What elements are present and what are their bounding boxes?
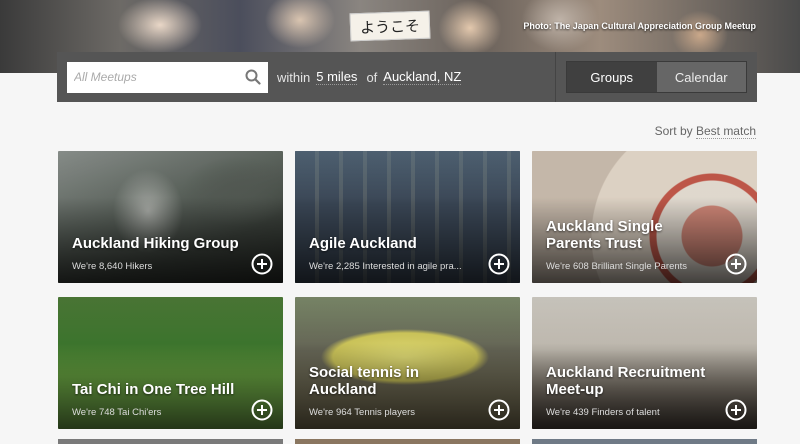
join-plus-icon[interactable] <box>725 399 747 421</box>
group-card-partial[interactable] <box>295 439 520 444</box>
location-selector[interactable]: Auckland, NZ <box>383 69 462 85</box>
group-members: We're 8,640 Hikers <box>72 261 153 272</box>
group-card-recruitment[interactable]: Auckland Recruitment Meet-up We're 439 F… <box>532 297 757 429</box>
group-card-social-tennis[interactable]: Social tennis in Auckland We're 964 Tenn… <box>295 297 520 429</box>
group-name: Tai Chi in One Tree Hill <box>72 381 235 398</box>
group-card-single-parents[interactable]: Auckland Single Parents Trust We're 608 … <box>532 151 757 283</box>
join-plus-icon[interactable] <box>488 399 510 421</box>
distance-selector[interactable]: 5 miles <box>316 69 358 85</box>
join-plus-icon[interactable] <box>251 399 273 421</box>
group-members: We're 748 Tai Chi'ers <box>72 407 162 418</box>
join-plus-icon[interactable] <box>251 253 273 275</box>
search-box <box>67 61 268 93</box>
search-input[interactable] <box>67 61 268 93</box>
group-card-agile[interactable]: Agile Auckland We're 2,285 Interested in… <box>295 151 520 283</box>
group-members: We're 964 Tennis players <box>309 407 416 418</box>
group-card-hiking[interactable]: Auckland Hiking Group We're 8,640 Hikers <box>58 151 283 283</box>
calendar-tab[interactable]: Calendar <box>656 62 746 92</box>
sort-selector[interactable]: Best match <box>695 124 756 139</box>
search-bar: within 5 miles of Auckland, NZ Groups Ca… <box>57 52 757 102</box>
group-card-partial[interactable] <box>58 439 283 444</box>
sort-label: Sort by <box>654 124 693 138</box>
group-members: We're 2,285 Interested in agile pra... <box>309 261 462 272</box>
welcome-sign: ようこそ <box>349 10 431 42</box>
sort-control: Sort by Best match <box>654 124 756 139</box>
group-card-tai-chi[interactable]: Tai Chi in One Tree Hill We're 748 Tai C… <box>58 297 283 429</box>
group-name: Auckland Hiking Group <box>72 235 239 252</box>
join-plus-icon[interactable] <box>488 253 510 275</box>
join-plus-icon[interactable] <box>725 253 747 275</box>
group-name: Auckland Single Parents Trust <box>546 218 663 252</box>
group-members: We're 439 Finders of talent <box>546 407 660 418</box>
groups-tab[interactable]: Groups <box>567 62 657 92</box>
within-label: within <box>277 69 311 85</box>
search-divider <box>555 52 556 102</box>
group-name: Social tennis in Auckland <box>309 364 420 398</box>
of-label: of <box>366 69 378 85</box>
search-icon[interactable] <box>245 69 261 85</box>
view-toggle: Groups Calendar <box>566 61 747 93</box>
group-name: Agile Auckland <box>309 235 417 252</box>
group-card-partial[interactable] <box>532 439 757 444</box>
photo-credit: Photo: The Japan Cultural Appreciation G… <box>523 21 756 31</box>
group-name: Auckland Recruitment Meet-up <box>546 364 706 398</box>
group-members: We're 608 Brilliant Single Parents <box>546 261 688 272</box>
